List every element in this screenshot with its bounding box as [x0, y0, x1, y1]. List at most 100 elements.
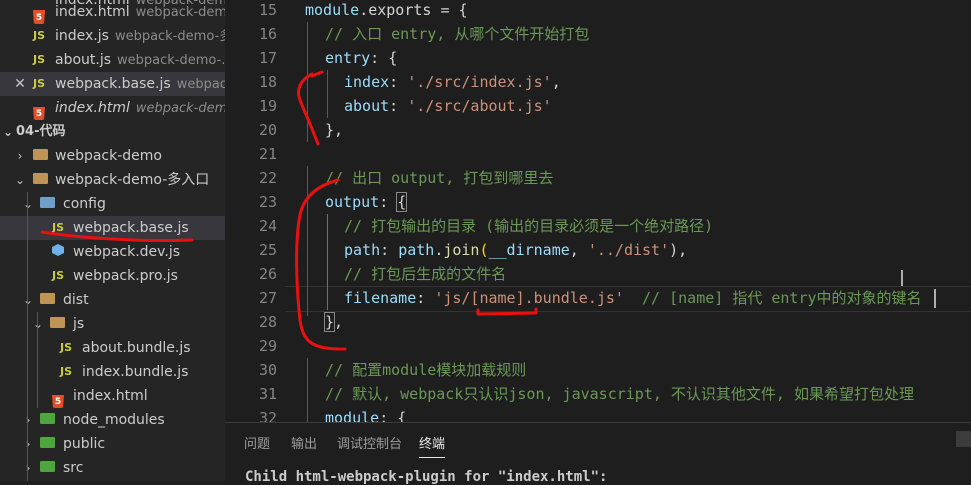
chevron-right-icon: ›: [17, 149, 23, 163]
code-line-31: // 默认, webpack只认识json, javascript, 不认识其他…: [325, 385, 914, 403]
tree-item-node-modules[interactable]: › node_modules: [0, 408, 225, 432]
chevron-right-icon: ›: [25, 437, 31, 451]
panel-scroll-thumb[interactable]: [956, 431, 971, 447]
chevron-down-icon: ⌄: [2, 125, 14, 139]
file-name: about.js: [55, 52, 112, 68]
line-number: 28: [258, 313, 277, 331]
webpack-icon: [52, 240, 64, 264]
tree-item-webpack-pro-js[interactable]: JS webpack.pro.js: [0, 264, 225, 288]
tree-item-index-html[interactable]: 5 index.html: [0, 384, 225, 408]
indent-guide: [327, 214, 328, 310]
open-editor-item-about-js[interactable]: JS about.js webpack-demo-...: [0, 48, 225, 72]
code-line-27: filename: 'js/[name].bundle.js' // [name…: [344, 289, 922, 307]
line-number: 32: [258, 409, 277, 422]
file-path: webpack-demo-...: [117, 53, 225, 68]
tree-item-config[interactable]: ⌄ config: [0, 192, 225, 216]
tree-item-src[interactable]: › src: [0, 456, 225, 480]
js-icon: JS: [52, 221, 65, 234]
line-number: 19: [258, 97, 277, 115]
html5-icon: 5: [33, 101, 45, 120]
js-icon: JS: [33, 29, 46, 42]
tree-item-dist[interactable]: ⌄ dist: [0, 288, 225, 312]
code-line-18: index: './src/index.js',: [344, 73, 561, 91]
file-path: webpack-demo...: [135, 101, 225, 116]
indent-guide: [307, 358, 308, 422]
code-editor[interactable]: 15 16 17 18 19 20 21 22 23 24 25 26 27 2…: [225, 0, 971, 422]
dist-folder-icon: [40, 288, 55, 312]
file-name: index.html: [55, 100, 130, 116]
code-line-17: entry: {: [325, 49, 398, 67]
tree-item-label: webpack.pro.js: [73, 268, 178, 284]
open-editor-item-index-html-2[interactable]: 5 index.html webpack-demo...: [0, 96, 225, 120]
file-name: index.js: [55, 28, 109, 44]
tree-item-label: webpack-demo: [55, 148, 162, 164]
src-folder-icon: [40, 456, 55, 480]
tree-item-webpack-dev-js[interactable]: webpack.dev.js: [0, 240, 225, 264]
open-editor-item-webpack-base-js[interactable]: ✕ JS webpack.base.js webpack...: [0, 72, 225, 96]
open-editor-item-index-js[interactable]: JS index.js webpack-demo-多...: [0, 24, 225, 48]
line-number: 27: [258, 289, 277, 307]
public-folder-icon: [40, 432, 55, 456]
code-line-25: path: path.join(__dirname, '../dist'),: [344, 241, 688, 259]
tab-debug-console[interactable]: 调试控制台: [337, 433, 402, 452]
code-line-28: },: [323, 312, 344, 332]
terminal-output[interactable]: Child html-webpack-plugin for "index.htm…: [245, 469, 607, 485]
tab-output[interactable]: 输出: [291, 433, 317, 452]
line-number: 20: [258, 121, 277, 139]
code-line-23: output: {: [325, 192, 408, 212]
tree-item-label: js: [73, 316, 85, 332]
tree-item-label: webpack.dev.js: [73, 244, 181, 260]
explorer-sidebar: 5 index.html webpack-demo 5 index.html web…: [0, 0, 225, 481]
chevron-down-icon: ⌄: [32, 317, 44, 331]
tree-item-label: dist: [63, 292, 89, 308]
indent-guide: [307, 166, 308, 316]
folder-icon: [33, 144, 48, 168]
tree-item-label: webpack-demo-多入口: [55, 172, 210, 188]
line-number: 31: [258, 385, 277, 403]
tree-item-webpack-demo[interactable]: › webpack-demo: [0, 144, 225, 168]
close-icon[interactable]: ✕: [14, 72, 26, 96]
file-name: webpack.base.js: [55, 76, 171, 92]
line-number: 26: [258, 265, 277, 283]
line-number: 17: [258, 49, 277, 67]
open-editor-item-index-html[interactable]: 5 index.html webpack-demo: [0, 0, 225, 24]
code-line-26: // 打包后生成的文件名: [344, 265, 507, 283]
code-line-32: module: {: [325, 409, 407, 422]
tree-item-about-bundle-js[interactable]: JS about.bundle.js: [0, 336, 225, 360]
bottom-panel: 问题 输出 调试控制台 终端 Child html-webpack-plugin…: [225, 422, 971, 485]
tree-item-public[interactable]: › public: [0, 432, 225, 456]
line-number: 24: [258, 217, 277, 235]
tree-item-label: config: [63, 196, 106, 212]
line-number: 25: [258, 241, 277, 259]
file-name: index.html: [55, 4, 130, 20]
chevron-right-icon: ›: [25, 413, 31, 427]
js-icon: JS: [60, 365, 73, 378]
line-number: 15: [258, 1, 277, 19]
tree-item-index-bundle-js[interactable]: JS index.bundle.js: [0, 360, 225, 384]
html5-icon: 5: [33, 5, 45, 24]
tree-item-js-folder[interactable]: ⌄ js: [0, 312, 225, 336]
text-cursor: [934, 289, 936, 308]
file-path: webpack-demo-多...: [114, 29, 225, 44]
code-line-30: // 配置module模块加载规则: [325, 361, 527, 379]
tree-item-label: src: [63, 460, 84, 476]
tree-item-webpack-base-js[interactable]: JS webpack.base.js: [0, 216, 225, 240]
code-line-20: },: [325, 121, 344, 139]
tab-terminal[interactable]: 终端: [419, 433, 446, 458]
chevron-down-icon: ⌄: [22, 197, 34, 211]
tab-problems[interactable]: 问题: [244, 433, 270, 452]
html5-icon: 5: [52, 389, 64, 408]
indent-guide: [37, 312, 38, 408]
chevron-right-icon: ›: [25, 461, 31, 475]
file-path: webpack...: [176, 77, 225, 92]
folder-section-header[interactable]: ⌄ 04-代码: [0, 120, 225, 144]
code-line-15: module.exports = {: [305, 1, 468, 19]
folder-icon: [50, 312, 65, 336]
line-number: 30: [258, 361, 277, 379]
tree-item-webpack-demo-multi[interactable]: ⌄ webpack-demo-多入口: [0, 168, 225, 192]
code-line-19: about: './src/about.js': [344, 97, 552, 115]
code-line-16: // 入口 entry, 从哪个文件开始打包: [325, 25, 590, 43]
js-icon: JS: [33, 77, 46, 90]
line-number: 16: [258, 25, 277, 43]
line-number: 21: [258, 145, 277, 163]
